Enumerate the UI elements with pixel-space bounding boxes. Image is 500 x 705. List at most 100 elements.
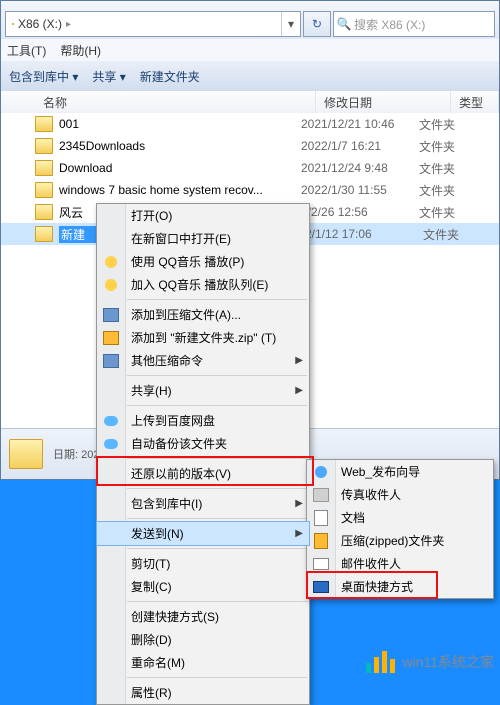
menu-separator: [127, 548, 307, 549]
file-date: 2/2/26 12:56: [301, 205, 419, 219]
toolbar-new-folder[interactable]: 新建文件夹: [140, 68, 200, 85]
search-input[interactable]: 🔍 搜索 X86 (X:): [333, 11, 495, 37]
qq-icon: [102, 276, 120, 294]
column-header-type[interactable]: 类型: [451, 91, 499, 113]
menu-item-label: 打开(O): [131, 207, 172, 224]
menu-item-label: 共享(H): [131, 382, 172, 399]
context-menu-item[interactable]: 添加到压缩文件(A)...: [97, 303, 309, 326]
file-type: 文件夹: [423, 226, 499, 243]
folder-icon: [12, 23, 14, 25]
file-date: 2022/1/7 16:21: [301, 139, 419, 153]
menu-separator: [127, 488, 307, 489]
send-to-item[interactable]: 文档: [307, 506, 493, 529]
file-name: 001: [59, 117, 301, 131]
context-menu-item[interactable]: 打开(O): [97, 204, 309, 227]
menu-item-label: 包含到库中(I): [131, 495, 202, 512]
menu-separator: [127, 375, 307, 376]
context-menu-item[interactable]: 发送到(N)▶: [96, 521, 310, 546]
context-menu-item[interactable]: 包含到库中(I)▶: [97, 492, 309, 515]
context-menu-item[interactable]: 重命名(M): [97, 651, 309, 674]
column-header-date[interactable]: 修改日期: [316, 91, 451, 113]
menu-bar: 工具(T) 帮助(H): [1, 39, 499, 62]
watermark-logo-icon: [366, 651, 396, 673]
menu-separator: [127, 677, 307, 678]
submenu-arrow-icon: ▶: [295, 385, 303, 396]
file-type: 文件夹: [419, 138, 499, 155]
file-date: 2021/12/21 10:46: [301, 117, 419, 131]
context-menu-item[interactable]: 其他压缩命令 ▶: [97, 349, 309, 372]
menu-item-label: 复制(C): [131, 578, 172, 595]
chevron-right-icon[interactable]: ▸: [66, 19, 71, 30]
toolbar-share[interactable]: 共享 ▾: [92, 68, 125, 85]
menu-separator: [127, 299, 307, 300]
menu-item-label: 上传到百度网盘: [131, 412, 215, 429]
menu-item-label: 其他压缩命令: [131, 352, 203, 369]
file-type: 文件夹: [419, 160, 499, 177]
folder-icon: [35, 204, 53, 220]
send-to-item[interactable]: 桌面快捷方式: [307, 575, 493, 598]
toolbar-include-in-library[interactable]: 包含到库中 ▾: [9, 68, 78, 85]
address-crumb-text: X86 (X:): [18, 17, 62, 31]
file-row[interactable]: Download2021/12/24 9:48文件夹: [1, 157, 499, 179]
qq-icon: [102, 253, 120, 271]
menu-item-label: 自动备份该文件夹: [131, 435, 227, 452]
file-row[interactable]: 0012021/12/21 10:46文件夹: [1, 113, 499, 135]
search-icon: 🔍: [334, 17, 354, 31]
context-menu-item[interactable]: 添加到 "新建文件夹.zip" (T): [97, 326, 309, 349]
context-menu-item[interactable]: 删除(D): [97, 628, 309, 651]
context-menu-item[interactable]: 还原以前的版本(V): [97, 462, 309, 485]
context-menu-item[interactable]: 属性(R): [97, 681, 309, 704]
desk-icon: [312, 578, 330, 596]
folder-icon: [35, 226, 53, 242]
folder-icon: [35, 138, 53, 154]
context-menu-item[interactable]: 共享(H) ▶: [97, 379, 309, 402]
mail-icon: [312, 555, 330, 573]
menu-tools[interactable]: 工具(T): [7, 42, 46, 59]
send-to-submenu[interactable]: Web_发布向导传真收件人文档压缩(zipped)文件夹邮件收件人桌面快捷方式: [306, 459, 494, 599]
menu-item-label: 在新窗口中打开(E): [131, 230, 231, 247]
menu-separator: [127, 405, 307, 406]
menu-item-label: 添加到压缩文件(A)...: [131, 306, 241, 323]
column-headers: 名称 修改日期 类型: [1, 91, 499, 114]
file-type: 文件夹: [419, 116, 499, 133]
context-menu-item[interactable]: 加入 QQ音乐 播放队列(E): [97, 273, 309, 296]
doc-icon: [312, 509, 330, 527]
file-row[interactable]: windows 7 basic home system recov...2022…: [1, 179, 499, 201]
send-to-item[interactable]: 邮件收件人: [307, 552, 493, 575]
send-to-item[interactable]: Web_发布向导: [307, 460, 493, 483]
menu-item-label: 重命名(M): [131, 654, 185, 671]
send-to-item[interactable]: 压缩(zipped)文件夹: [307, 529, 493, 552]
file-date: 2021/12/24 9:48: [301, 161, 419, 175]
context-menu-item[interactable]: 使用 QQ音乐 播放(P): [97, 250, 309, 273]
submenu-arrow-icon: ▶: [295, 355, 303, 366]
column-header-name[interactable]: 名称: [1, 91, 316, 113]
book-icon: [102, 352, 120, 370]
refresh-button[interactable]: ↻: [303, 11, 331, 37]
context-menu-item[interactable]: 创建快捷方式(S): [97, 605, 309, 628]
send-to-item[interactable]: 传真收件人: [307, 483, 493, 506]
address-history-dropdown[interactable]: ▾: [281, 12, 300, 36]
menu-item-label: 剪切(T): [131, 555, 170, 572]
submenu-arrow-icon: ▶: [295, 528, 303, 539]
toolbar: 包含到库中 ▾ 共享 ▾ 新建文件夹: [1, 61, 499, 92]
context-menu-item[interactable]: 复制(C): [97, 575, 309, 598]
menu-item-label: 加入 QQ音乐 播放队列(E): [131, 276, 268, 293]
address-box[interactable]: X86 (X:) ▸ ▾: [5, 11, 301, 37]
context-menu-item[interactable]: 自动备份该文件夹: [97, 432, 309, 455]
zip-icon: [102, 329, 120, 347]
menu-item-label: 创建快捷方式(S): [131, 608, 219, 625]
file-date: 2/1/12 17:06: [305, 227, 423, 241]
address-crumb[interactable]: X86 (X:) ▸: [6, 17, 77, 31]
file-name: 2345Downloads: [59, 139, 301, 153]
file-row[interactable]: 2345Downloads2022/1/7 16:21文件夹: [1, 135, 499, 157]
status-date-label: 日期:: [53, 449, 78, 461]
context-menu-item[interactable]: 上传到百度网盘: [97, 409, 309, 432]
context-menu-item[interactable]: 在新窗口中打开(E): [97, 227, 309, 250]
menu-help[interactable]: 帮助(H): [60, 42, 101, 59]
context-menu-item[interactable]: 剪切(T): [97, 552, 309, 575]
context-menu[interactable]: 打开(O) 在新窗口中打开(E) 使用 QQ音乐 播放(P) 加入 QQ音乐 播放队列…: [96, 203, 310, 705]
watermark: win11系统之家: [366, 651, 494, 673]
menu-item-label: 桌面快捷方式: [341, 578, 413, 595]
menu-item-label: 使用 QQ音乐 播放(P): [131, 253, 244, 270]
watermark-text: win11系统之家: [402, 652, 494, 672]
